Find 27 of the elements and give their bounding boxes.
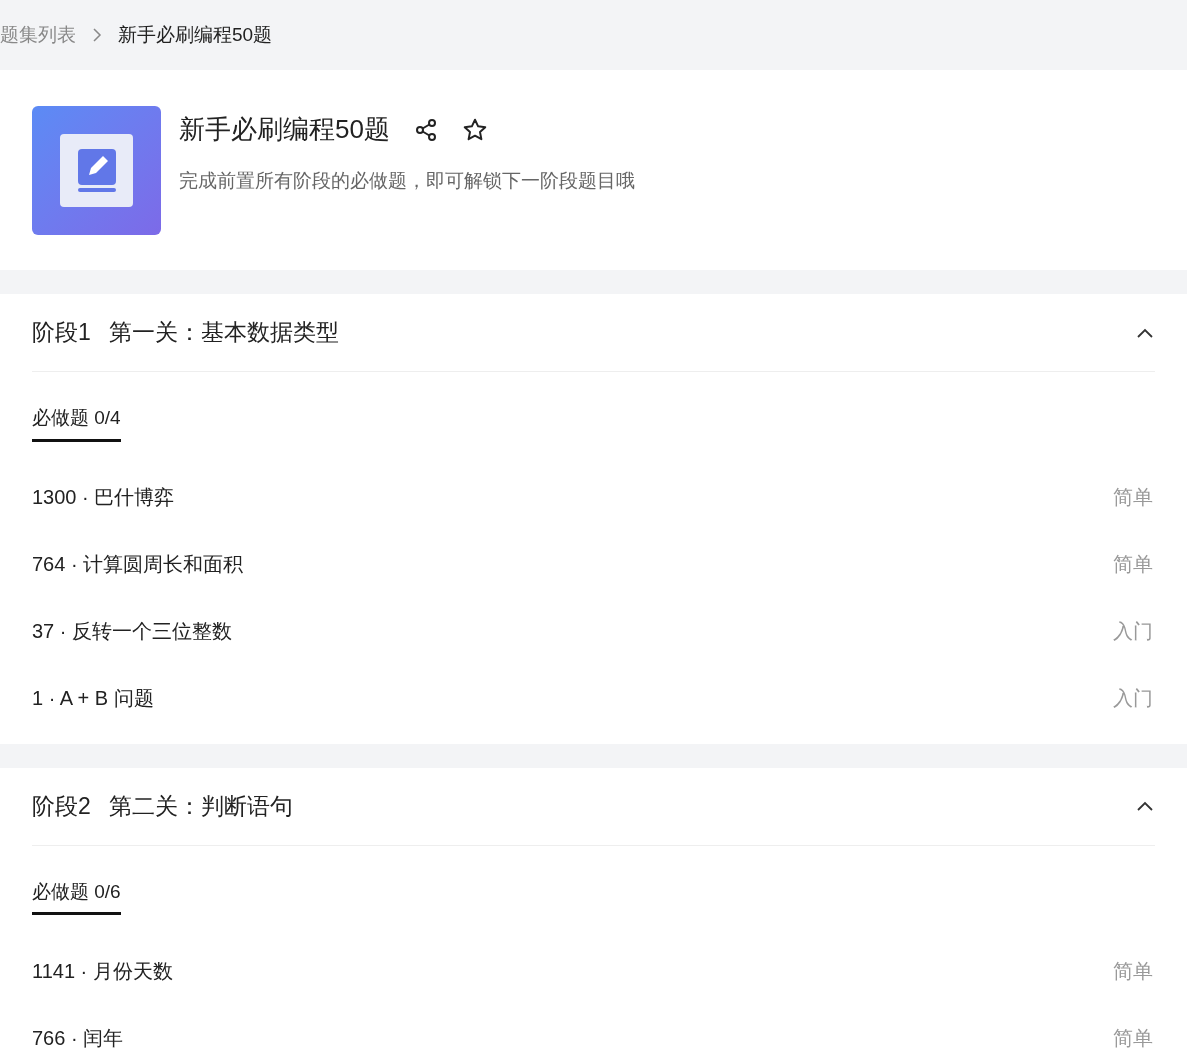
difficulty-label: 入门 bbox=[1113, 686, 1153, 711]
star-icon[interactable] bbox=[461, 116, 488, 143]
difficulty-label: 简单 bbox=[1113, 1025, 1153, 1051]
breadcrumb-current: 新手必刷编程50题 bbox=[118, 22, 273, 47]
problem-link[interactable]: 1300 · 巴什博弈 bbox=[32, 482, 175, 512]
tab[interactable]: 必做题 0/4 bbox=[32, 404, 121, 442]
stage-label: 阶段2 bbox=[32, 791, 91, 821]
collapse-chevron-icon[interactable] bbox=[1137, 327, 1153, 338]
stage-title: 第一关：基本数据类型 bbox=[108, 318, 339, 348]
chevron-right-icon bbox=[92, 28, 102, 42]
difficulty-label: 简单 bbox=[1113, 485, 1153, 510]
description: 完成前置所有阶段的必做题，即可解锁下一阶段题目哦 bbox=[179, 169, 635, 193]
problem-link[interactable]: 37 · 反转一个三位整数 bbox=[32, 616, 233, 646]
collapse-chevron-icon[interactable] bbox=[1137, 801, 1153, 811]
problem-link[interactable]: 1 · A + B 问题 bbox=[32, 683, 154, 713]
stage-label: 阶段1 bbox=[32, 318, 91, 348]
difficulty-label: 入门 bbox=[1113, 619, 1153, 644]
stage-title: 第二关：判断语句 bbox=[108, 791, 293, 821]
problem-link[interactable]: 764 · 计算圆周长和面积 bbox=[32, 549, 244, 579]
difficulty-label: 简单 bbox=[1113, 552, 1153, 577]
difficulty-label: 简单 bbox=[1113, 958, 1153, 984]
tab[interactable]: 必做题 0/6 bbox=[32, 877, 121, 915]
page-title: 新手必刷编程50题 bbox=[179, 113, 390, 146]
share-icon[interactable] bbox=[413, 117, 438, 142]
problem-link[interactable]: 766 · 闰年 bbox=[32, 1022, 124, 1053]
problem-link[interactable]: 1141 · 月份天数 bbox=[32, 955, 173, 986]
book-cover-icon bbox=[32, 106, 161, 235]
